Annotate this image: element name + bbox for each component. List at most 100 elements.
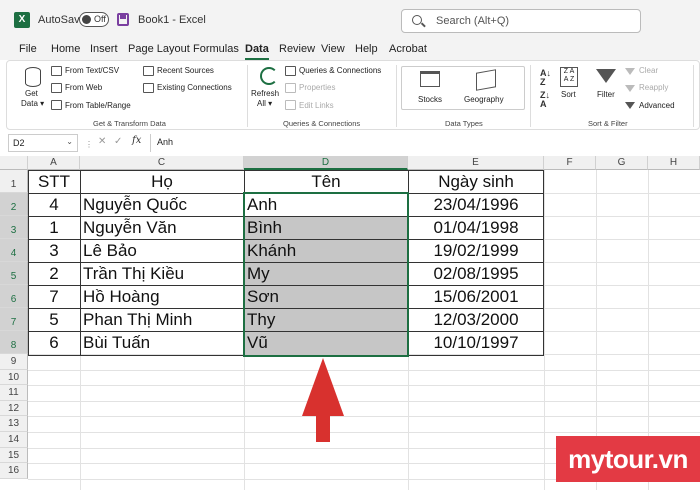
cell-ten[interactable]: Sơn — [244, 287, 408, 308]
cell-stt[interactable]: 1 — [28, 218, 80, 239]
row-header-12[interactable]: 12 — [0, 400, 28, 417]
geography-button[interactable]: Geography — [464, 95, 504, 104]
row-header-9[interactable]: 9 — [0, 354, 28, 370]
recent-sources-button[interactable]: Recent Sources — [157, 66, 214, 75]
row-header-13[interactable]: 13 — [0, 416, 28, 432]
refresh-icon[interactable] — [260, 67, 278, 85]
column-header-h[interactable]: H — [648, 156, 700, 170]
row-header-6[interactable]: 6 — [0, 285, 28, 308]
geography-icon[interactable] — [476, 69, 496, 91]
column-header-c[interactable]: C — [80, 156, 244, 170]
get-data-dropdown[interactable]: Data ▾ — [21, 99, 44, 108]
cell-ho[interactable]: Phan Thị Minh — [80, 310, 244, 331]
header-cell-ngay-sinh[interactable]: Ngày sinh — [408, 172, 544, 193]
enter-icon[interactable]: ✓ — [114, 136, 122, 147]
row-header-2[interactable]: 2 — [0, 193, 28, 216]
save-icon[interactable] — [117, 13, 129, 26]
from-table-range-button[interactable]: From Table/Range — [65, 101, 131, 110]
cell-ho[interactable]: Lê Bảo — [80, 241, 244, 262]
tab-insert[interactable]: Insert — [90, 43, 118, 55]
tab-home[interactable]: Home — [51, 43, 80, 55]
cell-ho[interactable]: Bùi Tuấn — [80, 333, 244, 354]
row-header-7[interactable]: 7 — [0, 308, 28, 331]
existing-connections-button[interactable]: Existing Connections — [157, 83, 232, 92]
cell-ten[interactable]: Vũ — [244, 333, 408, 354]
tab-view[interactable]: View — [321, 43, 345, 55]
header-cell-ho[interactable]: Họ — [80, 172, 244, 193]
autosave-toggle[interactable]: Off — [79, 12, 109, 27]
cell-stt[interactable]: 6 — [28, 333, 80, 354]
queries-connections-button[interactable]: Queries & Connections — [299, 66, 381, 75]
cell-stt[interactable]: 4 — [28, 195, 80, 216]
cancel-icon[interactable]: ✕ — [98, 136, 106, 147]
search-box[interactable]: Search (Alt+Q) — [401, 9, 641, 33]
sort-button[interactable]: Sort — [561, 90, 576, 99]
cell-ho[interactable]: Nguyễn Văn — [80, 218, 244, 239]
get-data-icon[interactable] — [25, 67, 41, 87]
cell-ho[interactable]: Nguyễn Quốc — [80, 195, 244, 216]
cell-ten[interactable]: Thy — [244, 310, 408, 331]
get-data-button[interactable]: Get — [25, 89, 38, 98]
cell-ten[interactable]: Anh — [244, 195, 408, 216]
row-header-8[interactable]: 8 — [0, 331, 28, 354]
tab-data[interactable]: Data — [245, 43, 269, 60]
column-header-f[interactable]: F — [544, 156, 596, 170]
formula-input[interactable]: Anh — [150, 134, 700, 152]
tab-file[interactable]: File — [19, 43, 37, 55]
properties-button[interactable]: Properties — [299, 83, 335, 92]
tab-page-layout[interactable]: Page Layout — [128, 43, 190, 55]
row-header-1[interactable]: 1 — [0, 170, 28, 193]
row-header-14[interactable]: 14 — [0, 432, 28, 448]
cell-ngay-sinh[interactable]: 01/04/1998 — [408, 218, 544, 239]
cell-ngay-sinh[interactable]: 23/04/1996 — [408, 195, 544, 216]
sort-icon[interactable]: Z AA Z — [560, 67, 578, 87]
name-box[interactable]: D2 ⌄ — [8, 134, 78, 152]
cell-ngay-sinh[interactable]: 02/08/1995 — [408, 264, 544, 285]
sort-a-to-z-icon[interactable]: A↓ Z — [540, 69, 551, 87]
cell-ngay-sinh[interactable]: 15/06/2001 — [408, 287, 544, 308]
row-header-4[interactable]: 4 — [0, 239, 28, 262]
refresh-all-button[interactable]: Refresh — [251, 89, 279, 98]
tab-help[interactable]: Help — [355, 43, 378, 55]
column-header-d[interactable]: D — [244, 156, 408, 170]
chevron-down-icon[interactable]: ⌄ — [66, 137, 73, 146]
cell-ngay-sinh[interactable]: 19/02/1999 — [408, 241, 544, 262]
row-header-11[interactable]: 11 — [0, 385, 28, 401]
cell-ngay-sinh[interactable]: 10/10/1997 — [408, 333, 544, 354]
row-header-16[interactable]: 16 — [0, 463, 28, 479]
cell-ten[interactable]: My — [244, 264, 408, 285]
select-all-corner[interactable] — [0, 156, 28, 170]
edit-links-button[interactable]: Edit Links — [299, 101, 334, 110]
row-header-15[interactable]: 15 — [0, 447, 28, 464]
row-header-10[interactable]: 10 — [0, 369, 28, 386]
advanced-filter-button[interactable]: Advanced — [639, 101, 675, 110]
cell-ten[interactable]: Khánh — [244, 241, 408, 262]
tab-review[interactable]: Review — [279, 43, 315, 55]
cell-ngay-sinh[interactable]: 12/03/2000 — [408, 310, 544, 331]
cell-ten[interactable]: Bình — [244, 218, 408, 239]
column-header-e[interactable]: E — [408, 156, 544, 170]
cell-ho[interactable]: Trần Thị Kiều — [80, 264, 244, 285]
cell-ho[interactable]: Hồ Hoàng — [80, 287, 244, 308]
column-header-g[interactable]: G — [596, 156, 648, 170]
row-header-3[interactable]: 3 — [0, 216, 28, 239]
column-header-a[interactable]: A — [28, 156, 80, 170]
cell-stt[interactable]: 3 — [28, 241, 80, 262]
tab-formulas[interactable]: Formulas — [193, 43, 239, 55]
filter-button[interactable]: Filter — [597, 90, 615, 99]
row-header-5[interactable]: 5 — [0, 262, 28, 285]
sort-z-to-a-icon[interactable]: Z↓ A — [540, 91, 550, 109]
cell-stt[interactable]: 2 — [28, 264, 80, 285]
cell-stt[interactable]: 7 — [28, 287, 80, 308]
header-cell-ten[interactable]: Tên — [244, 172, 408, 193]
tab-acrobat[interactable]: Acrobat — [389, 43, 427, 55]
from-text-csv-button[interactable]: From Text/CSV — [65, 66, 119, 75]
header-cell-stt[interactable]: STT — [28, 172, 80, 193]
insert-function-icon[interactable]: fx — [132, 135, 141, 146]
from-web-button[interactable]: From Web — [65, 83, 102, 92]
stocks-icon[interactable] — [420, 71, 440, 87]
reapply-button[interactable]: Reapply — [639, 83, 668, 92]
cell-stt[interactable]: 5 — [28, 310, 80, 331]
filter-icon[interactable] — [596, 69, 616, 83]
stocks-button[interactable]: Stocks — [418, 95, 442, 104]
